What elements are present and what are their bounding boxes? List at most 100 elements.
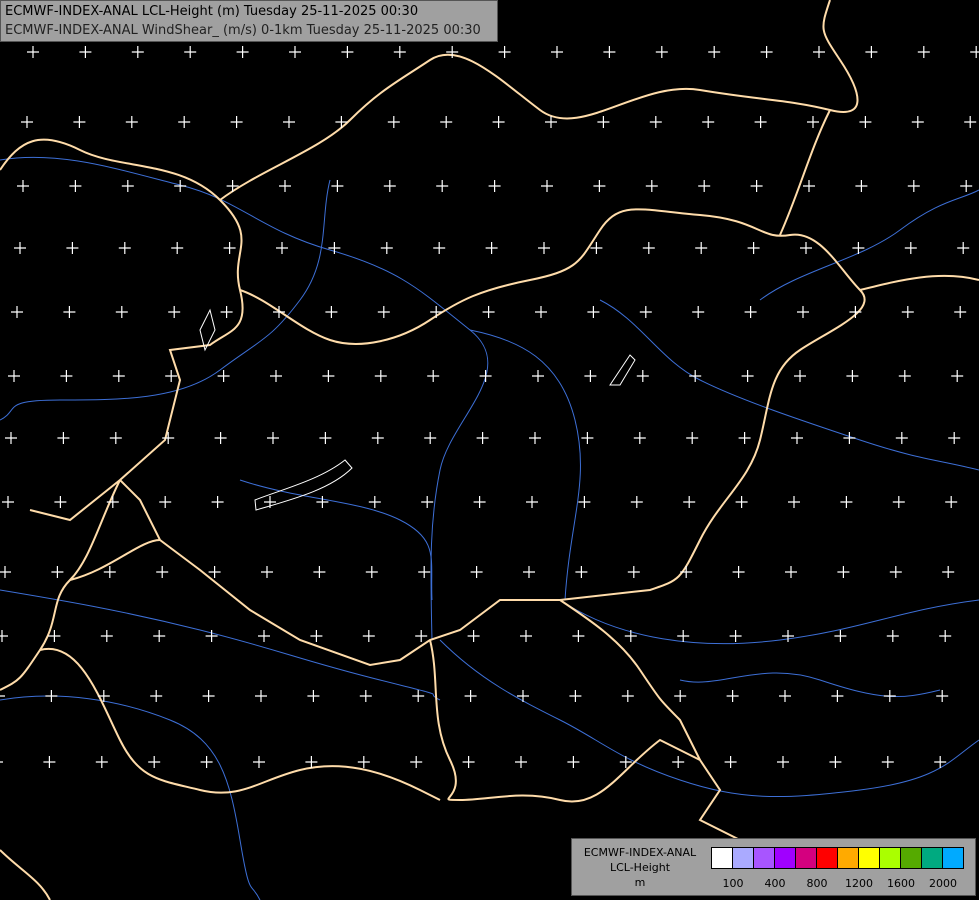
wind-marker (156, 566, 169, 578)
wind-marker (357, 756, 370, 768)
wind-marker (79, 46, 92, 58)
wind-marker (171, 242, 184, 254)
wind-marker (645, 180, 658, 192)
wind-marker (479, 370, 492, 382)
legend-swatch (901, 848, 922, 868)
wind-marker (551, 46, 563, 58)
wind-marker (686, 432, 699, 444)
wind-marker (467, 630, 480, 642)
wind-marker (834, 630, 847, 642)
weather-map[interactable]: ECMWF-INDEX-ANAL LCL-Height (m) Tuesday … (0, 0, 979, 900)
wind-marker (724, 756, 737, 768)
wind-marker (917, 46, 930, 58)
legend-tick-label: 400 (764, 877, 786, 890)
wind-marker (464, 690, 477, 702)
wind-marker (462, 756, 475, 768)
wind-marker (624, 630, 637, 642)
wind-marker (184, 46, 197, 58)
wind-marker (436, 180, 449, 192)
wind-marker (575, 566, 588, 578)
wind-marker (567, 756, 580, 768)
wind-marker (45, 690, 58, 702)
wind-marker (325, 306, 338, 318)
legend-tick-label: 800 (806, 877, 828, 890)
wind-marker (951, 370, 964, 382)
legend-source: ECMWF-INDEX-ANAL (583, 846, 697, 859)
wind-marker (387, 116, 400, 128)
wind-marker (683, 496, 696, 508)
wind-marker (103, 566, 116, 578)
wind-marker (264, 496, 276, 508)
wind-marker (253, 756, 265, 768)
wind-marker (492, 116, 505, 128)
wind-marker (279, 180, 291, 192)
wind-marker (633, 432, 646, 444)
wind-marker (178, 116, 191, 128)
wind-marker (69, 180, 82, 192)
wind-marker (63, 306, 76, 318)
wind-marker (100, 630, 113, 642)
wind-marker (813, 46, 825, 58)
legend-swatch (922, 848, 943, 868)
wind-marker (729, 630, 742, 642)
wind-marker (159, 496, 172, 508)
wind-marker (60, 370, 73, 382)
wind-marker (750, 180, 763, 192)
wind-marker (572, 630, 585, 642)
wind-marker (43, 756, 56, 768)
wind-marker (270, 370, 282, 382)
wind-marker (852, 242, 865, 254)
wind-marker (131, 46, 144, 58)
wind-marker (283, 116, 295, 128)
wind-marker (11, 306, 23, 318)
wind-marker (777, 756, 789, 768)
wind-marker (945, 496, 958, 508)
wind-marker (642, 242, 655, 254)
wind-marker (174, 180, 187, 192)
color-legend: ECMWF-INDEX-ANAL LCL-Height m 100 400 800 1… (571, 838, 976, 896)
wind-marker (66, 242, 79, 254)
wind-marker (470, 566, 483, 578)
wind-marker (636, 370, 649, 382)
wind-marker (964, 116, 977, 128)
wind-marker (541, 180, 553, 192)
wind-marker (747, 242, 760, 254)
wind-marker (313, 566, 326, 578)
wind-marker (708, 46, 721, 58)
wind-marker (587, 306, 600, 318)
wind-marker (782, 630, 794, 642)
wind-marker (341, 46, 354, 58)
wind-marker (738, 432, 751, 444)
wind-marker (418, 566, 431, 578)
wind-marker (535, 306, 547, 318)
wind-marker (680, 566, 693, 578)
wind-marker (934, 756, 947, 768)
wind-marker (911, 116, 924, 128)
wind-marker (881, 756, 894, 768)
wind-marker (362, 630, 375, 642)
wind-marker (627, 566, 640, 578)
wind-marker (785, 566, 797, 578)
wind-marker (377, 306, 390, 318)
wind-marker (794, 370, 806, 382)
wind-marker (5, 432, 17, 444)
wind-marker (289, 46, 301, 58)
wind-marker (744, 306, 757, 318)
wind-marker (415, 630, 428, 642)
legend-swatch (754, 848, 775, 868)
lakes (199, 308, 636, 511)
wind-marker (211, 496, 224, 508)
wind-marker (791, 432, 803, 444)
wind-marker (54, 496, 67, 508)
wind-marker (788, 496, 800, 508)
wind-marker (319, 432, 332, 444)
wind-marker (807, 116, 819, 128)
legend-swatch (880, 848, 901, 868)
wind-marker (581, 432, 594, 444)
wind-marker (655, 46, 668, 58)
wind-marker (17, 180, 29, 192)
wind-marker (316, 496, 329, 508)
legend-swatch (712, 848, 733, 868)
wind-marker (865, 46, 878, 58)
wind-marker (200, 756, 213, 768)
